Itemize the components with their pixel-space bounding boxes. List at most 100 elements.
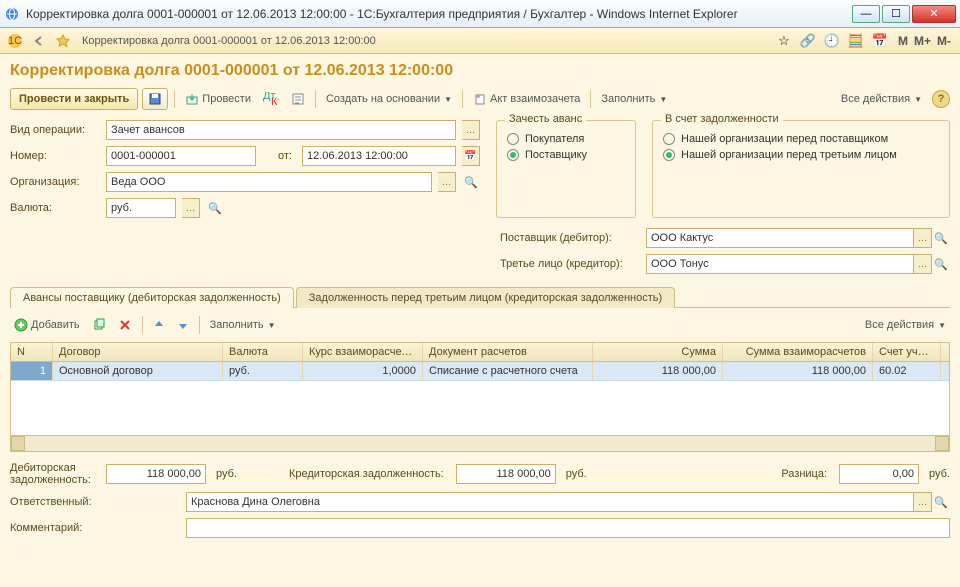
diff-input[interactable]: 0,00 <box>839 464 919 484</box>
resp-search-icon[interactable]: 🔍 <box>932 492 950 512</box>
copy-row-button[interactable] <box>88 314 110 336</box>
post-and-close-button[interactable]: Провести и закрыть <box>10 88 138 110</box>
resp-input[interactable]: Краснова Дина Олеговна <box>186 492 914 512</box>
cred-input[interactable]: 118 000,00 <box>456 464 556 484</box>
debt-opt-third[interactable]: Нашей организации перед третьим лицом <box>663 149 939 161</box>
add-row-button[interactable]: Добавить <box>10 314 84 336</box>
calendar-icon[interactable]: 📅 <box>871 32 889 50</box>
th-sum[interactable]: Сумма <box>593 343 723 361</box>
comment-input[interactable] <box>186 518 950 538</box>
zoom-m[interactable]: M <box>895 34 911 48</box>
td-account: 60.02 <box>873 362 941 380</box>
window-buttons: — ☐ ✕ <box>852 5 956 23</box>
footer: Дебиторская задолженность: 118 000,00 ру… <box>10 462 950 538</box>
deb-input[interactable]: 118 000,00 <box>106 464 206 484</box>
advance-group: Зачесть аванс Покупателя Поставщику <box>496 120 636 218</box>
horizontal-scrollbar[interactable] <box>11 435 949 451</box>
zoom-mminus[interactable]: M- <box>934 34 954 48</box>
tab-debt-third[interactable]: Задолженность перед третьим лицом (креди… <box>296 287 675 308</box>
td-rate: 1,0000 <box>303 362 423 380</box>
th-account[interactable]: Счет учета <box>873 343 941 361</box>
th-contract[interactable]: Договор <box>53 343 223 361</box>
ie-icon <box>4 6 20 22</box>
supplier-picker[interactable]: … <box>914 228 932 248</box>
advance-legend: Зачесть аванс <box>505 113 586 125</box>
history-icon[interactable]: 🕘 <box>823 32 841 50</box>
dt-kt-button[interactable]: ДтКт <box>259 88 283 110</box>
move-up-button[interactable] <box>149 314 169 336</box>
supplier-input[interactable]: ООО Кактус <box>646 228 914 248</box>
advance-opt-supplier[interactable]: Поставщику <box>507 149 625 161</box>
th-currency[interactable]: Валюта <box>223 343 303 361</box>
th-doc[interactable]: Документ расчетов <box>423 343 593 361</box>
resp-picker[interactable]: … <box>914 492 932 512</box>
fill-button[interactable]: Заполнить▼ <box>597 88 671 110</box>
supplier-search-icon[interactable]: 🔍 <box>932 228 950 248</box>
currency-search-icon[interactable]: 🔍 <box>206 198 224 218</box>
th-n[interactable]: N <box>11 343 53 361</box>
table-fill-button[interactable]: Заполнить▼ <box>206 314 280 336</box>
org-picker[interactable]: … <box>438 172 456 192</box>
diff-label: Разница: <box>781 468 827 480</box>
offset-act-button[interactable]: Акт взаимозачета <box>469 88 584 110</box>
app-logo-icon: 1C <box>6 32 24 50</box>
command-bar: Провести и закрыть Провести ДтКт Создать… <box>10 88 950 110</box>
window-titlebar: Корректировка долга 0001-000001 от 12.06… <box>0 0 960 28</box>
table: N Договор Валюта Курс взаиморасчетов Док… <box>10 342 950 452</box>
favorite-icon[interactable] <box>54 32 72 50</box>
td-sum: 118 000,00 <box>593 362 723 380</box>
supplier-label: Поставщик (дебитор): <box>500 232 640 244</box>
close-button[interactable]: ✕ <box>912 5 956 23</box>
zoom-mplus[interactable]: M+ <box>911 34 934 48</box>
save-button[interactable] <box>142 88 168 110</box>
third-party-input[interactable]: ООО Тонус <box>646 254 914 274</box>
advance-opt-buyer[interactable]: Покупателя <box>507 133 625 145</box>
maximize-button[interactable]: ☐ <box>882 5 910 23</box>
minimize-button[interactable]: — <box>852 5 880 23</box>
delete-row-button[interactable] <box>114 314 136 336</box>
cred-label: Кредиторская задолженность: <box>289 468 444 480</box>
op-type-picker[interactable]: … <box>462 120 480 140</box>
table-all-actions-button[interactable]: Все действия▼ <box>861 314 950 336</box>
op-type-input[interactable]: Зачет авансов <box>106 120 456 140</box>
currency-input[interactable]: руб. <box>106 198 176 218</box>
from-label: от: <box>262 150 292 162</box>
number-input[interactable]: 0001-000001 <box>106 146 256 166</box>
debt-legend: В счет задолженности <box>661 113 783 125</box>
table-header: N Договор Валюта Курс взаиморасчетов Док… <box>11 343 949 362</box>
calc-icon[interactable]: 🧮 <box>847 32 865 50</box>
date-input[interactable]: 12.06.2013 12:00:00 <box>302 146 456 166</box>
third-party-picker[interactable]: … <box>914 254 932 274</box>
currency-picker[interactable]: … <box>182 198 200 218</box>
third-party-search-icon[interactable]: 🔍 <box>932 254 950 274</box>
back-icon[interactable] <box>30 32 48 50</box>
resp-label: Ответственный: <box>10 496 180 508</box>
move-down-button[interactable] <box>173 314 193 336</box>
td-currency: руб. <box>223 362 303 380</box>
th-sum-settl[interactable]: Сумма взаиморасчетов <box>723 343 873 361</box>
org-input[interactable]: Веда ООО <box>106 172 432 192</box>
td-contract: Основной договор <box>53 362 223 380</box>
third-party-label: Третье лицо (кредитор): <box>500 258 640 270</box>
date-picker[interactable]: 📅 <box>462 146 480 166</box>
link-icon[interactable]: 🔗 <box>799 32 817 50</box>
tabs: Авансы поставщику (дебиторская задолженн… <box>10 286 950 308</box>
currency-label: Валюта: <box>10 202 100 214</box>
all-actions-button[interactable]: Все действия▼ <box>837 88 926 110</box>
tab-advances[interactable]: Авансы поставщику (дебиторская задолженн… <box>10 287 294 308</box>
document-tab-title: Корректировка долга 0001-000001 от 12.06… <box>82 35 376 47</box>
post-button[interactable]: Провести <box>181 88 255 110</box>
org-search-icon[interactable]: 🔍 <box>462 172 480 192</box>
report-button[interactable] <box>287 88 309 110</box>
help-icon[interactable]: ? <box>932 90 950 108</box>
debt-opt-supplier[interactable]: Нашей организации перед поставщиком <box>663 133 939 145</box>
table-command-bar: Добавить Заполнить▼ Все действия▼ <box>10 308 950 342</box>
table-empty-area[interactable] <box>11 381 949 435</box>
create-based-button[interactable]: Создать на основании▼ <box>322 88 456 110</box>
window-title: Корректировка долга 0001-000001 от 12.06… <box>26 7 852 21</box>
app-toolbar: 1C Корректировка долга 0001-000001 от 12… <box>0 28 960 54</box>
table-row[interactable]: 1 Основной договор руб. 1,0000 Списание … <box>11 362 949 381</box>
document-title: Корректировка долга 0001-000001 от 12.06… <box>10 62 950 80</box>
th-rate[interactable]: Курс взаиморасчетов <box>303 343 423 361</box>
star2-icon[interactable]: ☆ <box>775 32 793 50</box>
